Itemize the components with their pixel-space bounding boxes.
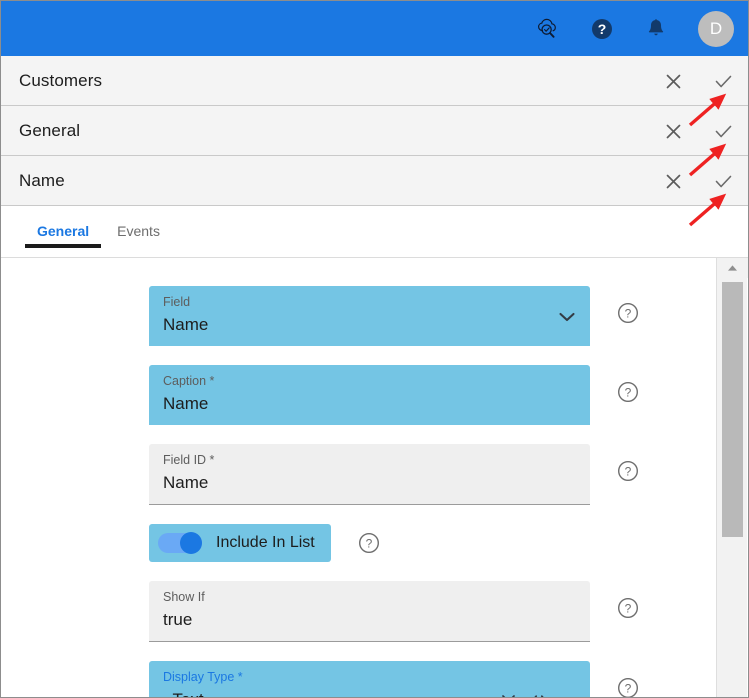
app-window: ? D Customers General Name General Event… [0, 0, 749, 698]
tab-general[interactable]: General [23, 211, 103, 248]
top-app-bar: ? D [1, 1, 748, 56]
form-panel: Field Name ? Caption * Name ? Field ID *… [2, 258, 718, 697]
crumb-actions [662, 56, 734, 106]
crumb-title: Customers [19, 70, 103, 90]
svg-text:?: ? [625, 307, 632, 321]
field-label: Show If [163, 590, 205, 604]
field-value: Name [163, 394, 209, 413]
display-type-controls [500, 693, 579, 697]
help-circle-icon[interactable]: ? [358, 532, 380, 554]
field-label: Display Type * [163, 670, 243, 684]
notifications-icon[interactable] [640, 13, 672, 45]
app-bar-icons: ? D [532, 10, 734, 47]
crumb-row-general[interactable]: General [1, 106, 748, 156]
close-icon[interactable] [662, 70, 684, 92]
field-label: Caption * [163, 374, 215, 388]
field-value: Name [163, 473, 209, 492]
breadcrumb-stack: Customers General Name [1, 56, 748, 206]
svg-text:?: ? [365, 537, 372, 551]
svg-text:?: ? [598, 21, 607, 37]
toggle-knob [180, 532, 202, 554]
settings-form: Field Name ? Caption * Name ? Field ID *… [2, 258, 718, 697]
form-row-caption: Caption * Name ? [2, 365, 718, 425]
crumb-actions [662, 156, 734, 206]
code-brackets-icon[interactable] [529, 694, 549, 697]
confirm-check-icon[interactable] [712, 170, 734, 192]
crumb-row-name[interactable]: Name [1, 156, 748, 206]
tab-bar: General Events [1, 211, 748, 258]
close-icon[interactable] [662, 120, 684, 142]
form-row-include-in-list: Include In List ? [2, 524, 718, 562]
field-select[interactable]: Field Name [149, 286, 590, 346]
field-id-input[interactable]: Field ID * Name [149, 444, 590, 505]
toggle-switch[interactable] [158, 532, 202, 554]
svg-text:?: ? [625, 682, 632, 696]
close-icon[interactable] [662, 170, 684, 192]
cloud-search-icon[interactable] [532, 13, 564, 45]
field-label: Field [163, 295, 191, 309]
form-row-field-id: Field ID * Name ? [2, 444, 718, 505]
form-row-show-if: Show If true ? [2, 581, 718, 642]
crumb-row-customers[interactable]: Customers [1, 56, 748, 106]
include-in-list-toggle[interactable]: Include In List [149, 524, 331, 562]
form-row-field: Field Name ? [2, 286, 718, 346]
svg-text:?: ? [625, 602, 632, 616]
confirm-check-icon[interactable] [712, 70, 734, 92]
scrollbar-thumb[interactable] [722, 282, 743, 537]
display-type-combo[interactable]: Display Type * _Text [149, 661, 590, 697]
confirm-check-icon[interactable] [712, 120, 734, 142]
field-label: Field ID * [163, 453, 215, 467]
crumb-title: Name [19, 170, 65, 190]
svg-text:?: ? [625, 386, 632, 400]
toggle-label: Include In List [216, 534, 315, 551]
field-value: true [163, 610, 193, 629]
help-circle-icon[interactable]: ? [617, 677, 639, 697]
caption-input[interactable]: Caption * Name [149, 365, 590, 425]
crumb-actions [662, 106, 734, 156]
chevron-down-icon[interactable] [561, 696, 579, 698]
vertical-scrollbar[interactable] [716, 258, 748, 697]
help-circle-icon[interactable]: ? [617, 597, 639, 619]
clear-icon[interactable] [500, 693, 517, 697]
help-circle-icon[interactable]: ? [617, 460, 639, 482]
scroll-up-arrow-icon[interactable] [717, 258, 748, 278]
tab-events[interactable]: Events [103, 211, 174, 239]
form-row-display-type: Display Type * _Text [2, 661, 718, 697]
help-circle-icon[interactable]: ? [617, 302, 639, 324]
help-icon[interactable]: ? [586, 13, 618, 45]
chevron-down-icon[interactable] [558, 310, 576, 328]
avatar[interactable]: D [698, 10, 734, 47]
show-if-input[interactable]: Show If true [149, 581, 590, 642]
field-value: Name [163, 315, 209, 334]
help-circle-icon[interactable]: ? [617, 381, 639, 403]
svg-text:?: ? [625, 465, 632, 479]
crumb-title: General [19, 120, 81, 140]
